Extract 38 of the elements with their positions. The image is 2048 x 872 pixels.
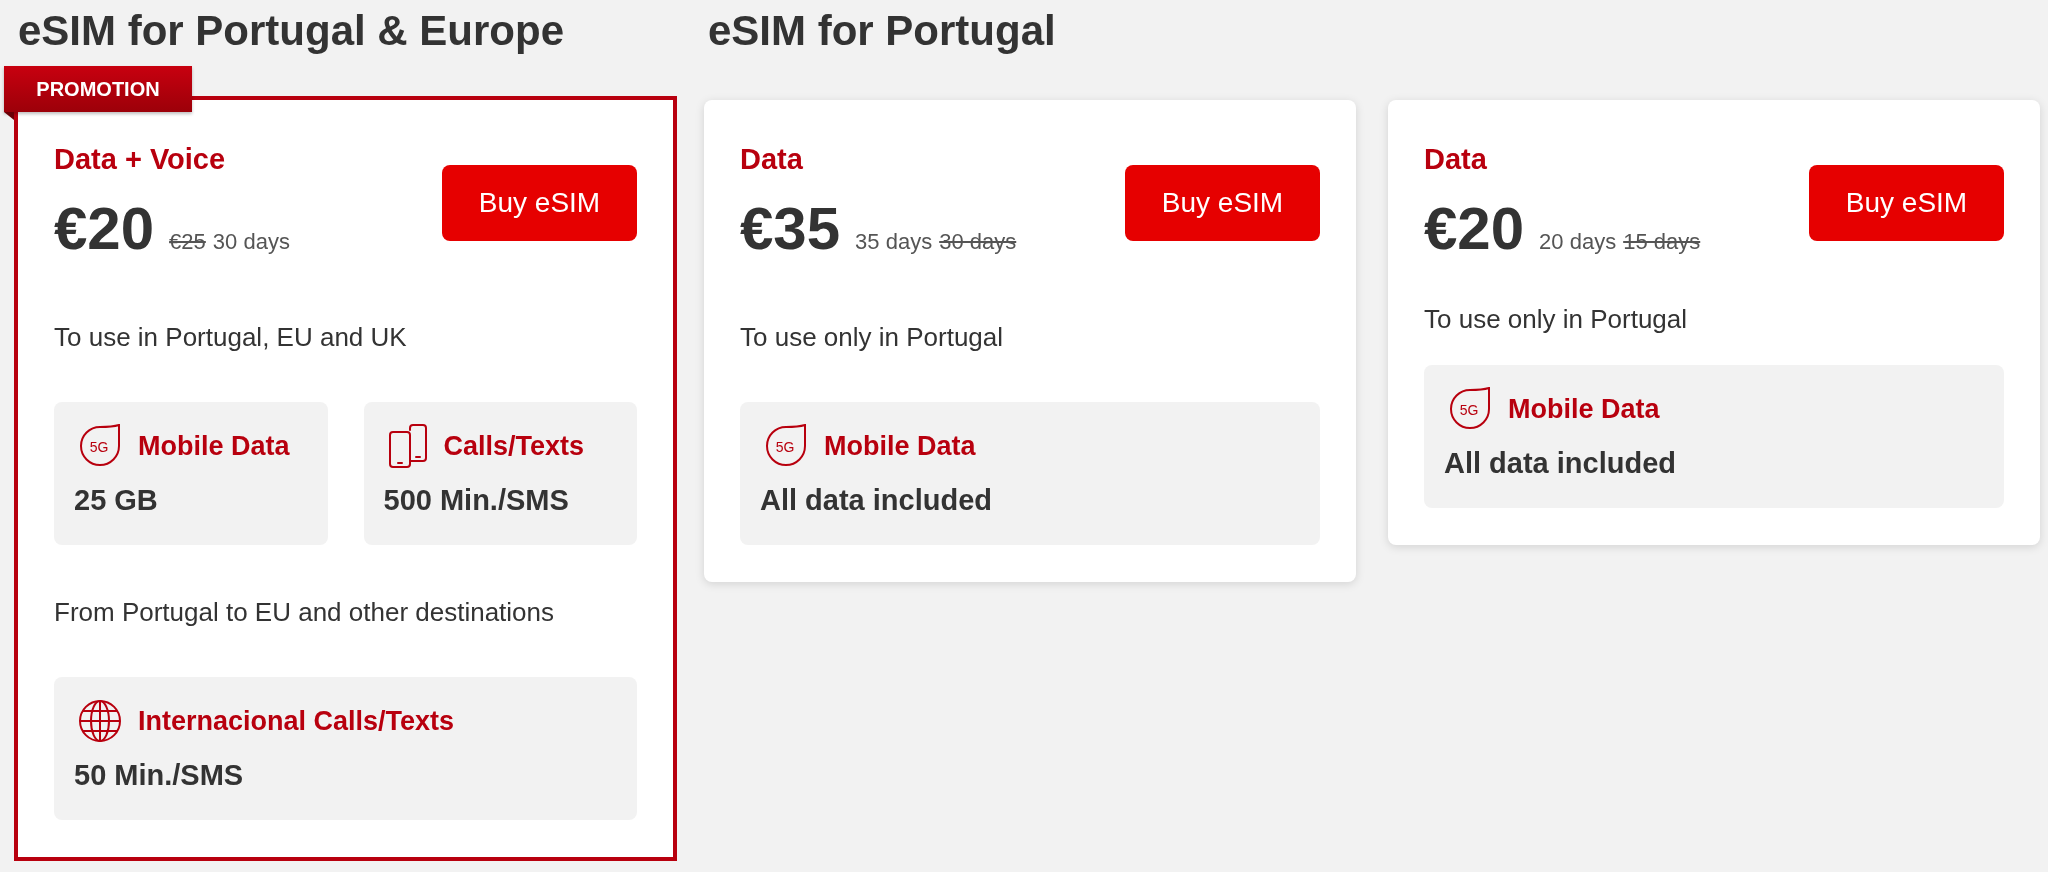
plan-name: Data + Voice [54, 142, 227, 176]
coverage-description: To use only in Portugal [740, 321, 1005, 353]
feature-title: Internacional Calls/Texts [138, 705, 455, 737]
buy-esim-button[interactable]: Buy eSIM [1809, 165, 2004, 241]
feature-value: All data included [760, 483, 994, 517]
promotion-ribbon: PROMOTION [4, 66, 192, 112]
feature-value: 500 Min./SMS [383, 483, 570, 517]
price: €20 [54, 199, 155, 259]
coverage-description: To use only in Portugal [1424, 303, 1689, 335]
section-heading: eSIM for Portugal [707, 6, 1057, 56]
coverage-description: From Portugal to EU and other destinations [54, 596, 556, 628]
feature-title: Mobile Data [824, 430, 976, 462]
price-note: €25 [169, 229, 206, 255]
price: €35 [740, 199, 841, 259]
price-note: 15 days [1623, 229, 1701, 255]
buy-esim-button[interactable]: Buy eSIM [1125, 165, 1320, 241]
feature-value: 50 Min./SMS [74, 758, 245, 792]
5g-icon: 5G [1448, 387, 1492, 431]
5g-icon: 5G [764, 424, 808, 468]
plan-name: Data [740, 142, 804, 176]
feature-title: Calls/Texts [443, 430, 585, 462]
5g-icon: 5G [78, 424, 122, 468]
feature-title: Mobile Data [1508, 393, 1660, 425]
coverage-description: To use in Portugal, EU and UK [54, 321, 408, 353]
phones-icon [387, 424, 428, 468]
feature-value: 25 GB [74, 483, 159, 517]
price: €20 [1424, 199, 1525, 259]
price-note: 35 days [855, 229, 933, 255]
feature-title: Mobile Data [138, 430, 290, 462]
price-note: 30 days [212, 229, 290, 255]
price-note: 30 days [939, 229, 1017, 255]
buy-esim-button[interactable]: Buy eSIM [442, 165, 637, 241]
feature-value: All data included [1444, 446, 1678, 480]
plan-name: Data [1424, 142, 1488, 176]
section-heading: eSIM for Portugal & Europe [17, 6, 566, 56]
price-note: 20 days [1539, 229, 1617, 255]
ribbon-fold-icon [4, 112, 14, 120]
globe-icon [78, 699, 122, 743]
